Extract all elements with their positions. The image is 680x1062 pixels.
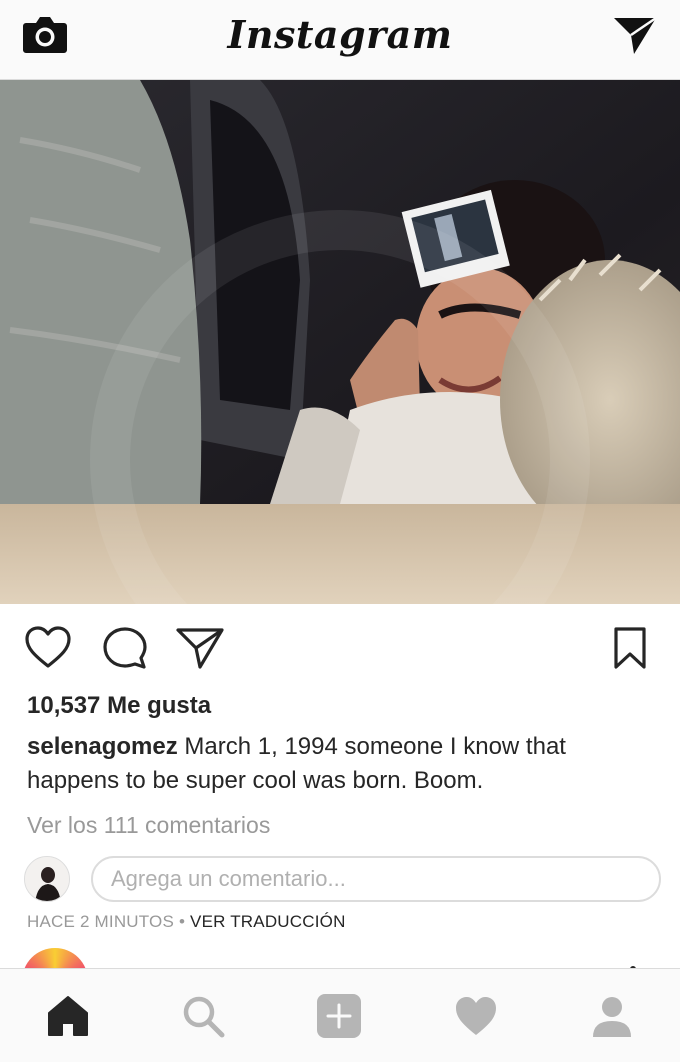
comment-input[interactable]: Agrega un comentario... [91,856,661,902]
profile-icon[interactable] [589,993,635,1039]
post-actions [0,620,680,676]
timestamp: HACE 2 MINUTOS [27,912,175,931]
instagram-logo: Instagram [227,12,453,57]
likes-count[interactable]: 10,537 Me gusta [27,692,211,720]
post-photo[interactable] [0,80,680,604]
see-translation-link[interactable]: VER TRADUCCIÓN [190,912,346,931]
likes-number: 10,537 [27,692,101,719]
bookmark-icon[interactable] [608,626,652,670]
bottom-tab-bar [0,968,680,1062]
home-icon[interactable] [45,993,91,1039]
add-icon[interactable] [316,993,362,1039]
post-caption: selenagomez March 1, 1994 someone I know… [27,730,657,798]
meta-separator: • [178,912,186,931]
activity-heart-icon[interactable] [453,993,499,1039]
share-icon[interactable] [174,626,226,670]
search-icon[interactable] [180,993,226,1039]
comment-icon[interactable] [100,626,150,670]
add-comment-row: Agrega un comentario... [24,854,664,906]
view-comments-link[interactable]: Ver los 111 comentarios [27,812,270,839]
avatar [24,856,70,902]
caption-username[interactable]: selenagomez [27,733,178,760]
top-bar: Instagram [0,0,680,80]
direct-message-icon[interactable] [612,14,658,56]
heart-icon[interactable] [24,626,72,670]
post-meta: HACE 2 MINUTOS • VER TRADUCCIÓN [27,912,346,932]
likes-label: Me gusta [107,692,212,719]
